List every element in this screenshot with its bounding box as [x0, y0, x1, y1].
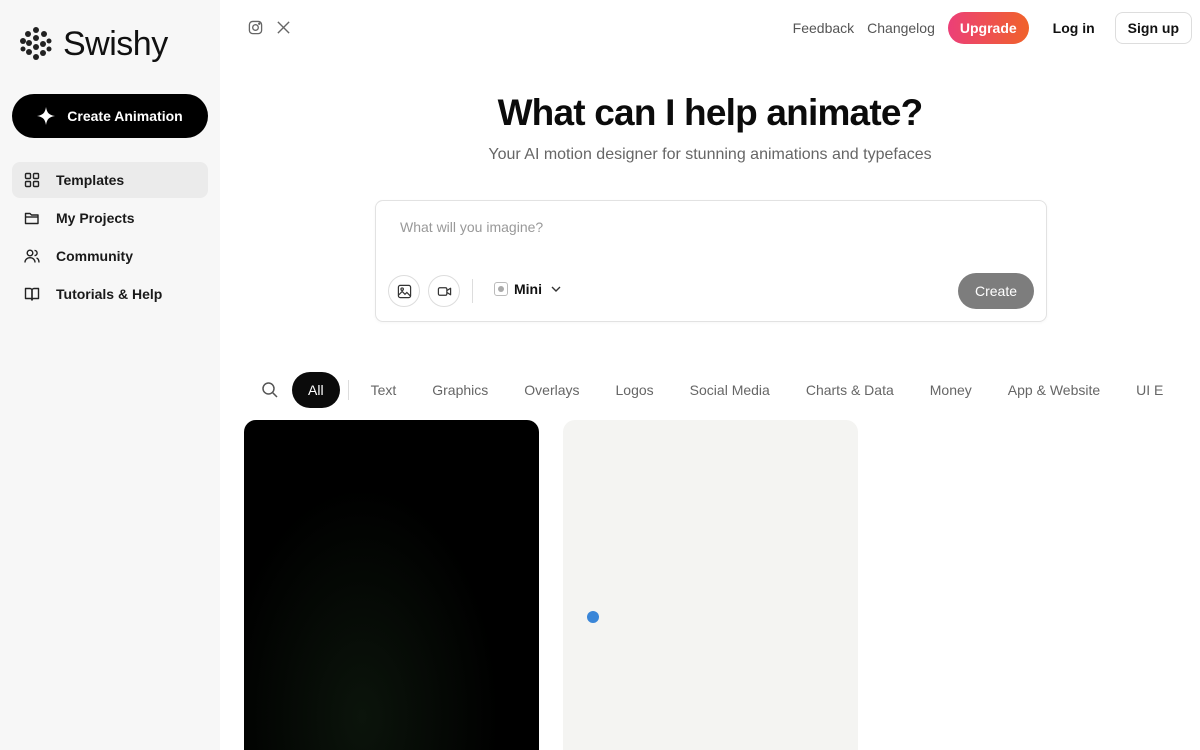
filter-graphics[interactable]: Graphics	[414, 372, 506, 408]
sidebar-nav: Templates My Projects Community Tutorial…	[12, 162, 208, 314]
template-filters: All Text Graphics Overlays Logos Social …	[260, 372, 1170, 408]
filter-ui-elements[interactable]: UI E	[1118, 372, 1170, 408]
filter-divider	[347, 380, 349, 400]
chevron-down-icon	[551, 286, 561, 292]
top-nav: Feedback Changelog Upgrade Log in Sign u…	[793, 12, 1192, 44]
sidebar-item-label: Templates	[56, 172, 125, 188]
filter-money[interactable]: Money	[912, 372, 990, 408]
grid-icon	[24, 172, 40, 188]
users-icon	[24, 249, 40, 263]
login-button[interactable]: Log in	[1053, 20, 1095, 36]
create-animation-label: Create Animation	[67, 108, 183, 124]
filter-all[interactable]: All	[292, 372, 340, 408]
brand-name: Swishy	[63, 25, 168, 63]
book-icon	[24, 287, 40, 301]
sidebar-item-my-projects[interactable]: My Projects	[12, 200, 208, 236]
sidebar-item-label: My Projects	[56, 210, 135, 226]
signup-button[interactable]: Sign up	[1114, 12, 1192, 44]
filter-charts-data[interactable]: Charts & Data	[788, 372, 912, 408]
sidebar-item-tutorials-help[interactable]: Tutorials & Help	[12, 276, 208, 312]
search-icon[interactable]	[260, 380, 280, 400]
feedback-link[interactable]: Feedback	[793, 20, 854, 36]
page-title: What can I help animate?	[497, 92, 924, 133]
swishy-logo-icon	[20, 27, 52, 60]
filter-overlays[interactable]: Overlays	[506, 372, 597, 408]
brand-logo[interactable]: Swishy	[19, 24, 168, 64]
create-button[interactable]: Create	[958, 273, 1034, 309]
model-select[interactable]: Mini	[494, 281, 562, 297]
video-icon	[437, 286, 451, 296]
create-animation-button[interactable]: Create Animation	[12, 94, 208, 138]
toolbar-divider	[472, 279, 473, 303]
upgrade-button[interactable]: Upgrade	[947, 12, 1029, 44]
page-subtitle: Your AI motion designer for stunning ani…	[488, 146, 932, 163]
x-icon[interactable]	[276, 20, 291, 35]
sidebar-item-community[interactable]: Community	[12, 238, 208, 274]
model-label: Mini	[514, 281, 542, 297]
template-card[interactable]	[244, 420, 539, 750]
upload-image-button[interactable]	[388, 275, 420, 307]
changelog-link[interactable]: Changelog	[867, 20, 935, 36]
sidebar-item-label: Tutorials & Help	[56, 286, 163, 302]
filter-text[interactable]: Text	[353, 372, 415, 408]
image-icon	[397, 284, 411, 298]
sidebar-item-templates[interactable]: Templates	[12, 162, 208, 198]
filter-logos[interactable]: Logos	[598, 372, 672, 408]
upload-video-button[interactable]	[428, 275, 460, 307]
filter-app-website[interactable]: App & Website	[990, 372, 1118, 408]
model-icon	[494, 282, 508, 296]
sidebar: Swishy Create Animation Templates My Pro…	[0, 0, 220, 750]
prompt-input[interactable]	[400, 219, 1020, 249]
animation-dot	[587, 611, 599, 623]
social-links	[248, 20, 291, 35]
template-card[interactable]	[563, 420, 858, 750]
sparkle-icon	[37, 107, 56, 125]
folder-icon	[24, 212, 39, 225]
prompt-box: Mini Create	[375, 200, 1047, 322]
filter-social-media[interactable]: Social Media	[672, 372, 788, 408]
instagram-icon[interactable]	[248, 20, 263, 35]
sidebar-item-label: Community	[56, 248, 133, 264]
